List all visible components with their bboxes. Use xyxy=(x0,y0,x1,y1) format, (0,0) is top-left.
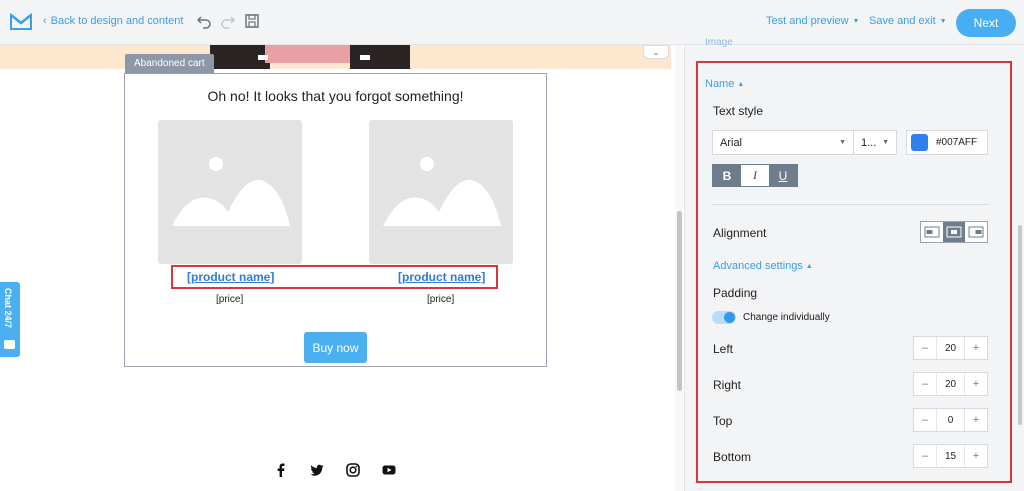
chat-bubble-icon xyxy=(4,340,15,349)
abandoned-cart-block[interactable]: Oh no! It looks that you forgot somethin… xyxy=(124,73,547,367)
settings-highlight xyxy=(696,61,1012,483)
chevron-down-icon: ⌄ xyxy=(652,47,660,57)
save-and-exit-menu[interactable]: Save and exit ▼ xyxy=(869,15,947,27)
facebook-icon[interactable] xyxy=(274,463,288,477)
next-button[interactable]: Next xyxy=(956,9,1016,37)
caret-down-icon: ▼ xyxy=(852,17,860,25)
top-toolbar: ‹ Back to design and content Test and pr… xyxy=(0,0,1024,45)
back-to-design-link[interactable]: ‹ Back to design and content xyxy=(43,15,183,27)
product-image-placeholder[interactable] xyxy=(369,120,513,264)
chevron-left-icon: ‹ xyxy=(43,15,47,27)
block-tag[interactable]: Abandoned cart xyxy=(125,54,214,73)
save-exit-label: Save and exit xyxy=(869,15,936,27)
youtube-icon[interactable] xyxy=(382,463,396,477)
save-icon[interactable] xyxy=(244,13,260,29)
caret-down-icon: ▼ xyxy=(939,17,947,25)
chat-support-tab[interactable]: Chat 24/7 xyxy=(0,282,20,357)
panel-scrollbar[interactable] xyxy=(1018,225,1022,425)
envelope-logo-icon[interactable] xyxy=(10,13,32,31)
product-image-placeholder[interactable] xyxy=(158,120,302,264)
image-section-label[interactable]: Image xyxy=(705,37,733,48)
canvas-scrollbar-thumb[interactable] xyxy=(677,211,682,391)
email-title[interactable]: Oh no! It looks that you forgot somethin… xyxy=(125,88,546,104)
product-name-highlight xyxy=(171,265,498,289)
redo-icon[interactable] xyxy=(220,13,236,29)
undo-icon[interactable] xyxy=(196,13,212,29)
test-preview-label: Test and preview xyxy=(766,15,849,27)
product-price[interactable]: [price] xyxy=(427,294,454,305)
product-price[interactable]: [price] xyxy=(216,294,243,305)
header-illustration xyxy=(210,45,410,69)
twitter-icon[interactable] xyxy=(310,463,324,477)
collapse-header-button[interactable]: ⌄ xyxy=(643,45,669,59)
chat-label: Chat 24/7 xyxy=(3,288,13,329)
back-link-label: Back to design and content xyxy=(50,15,184,27)
instagram-icon[interactable] xyxy=(346,463,360,477)
image-placeholder-icon xyxy=(172,157,290,226)
email-header-image[interactable] xyxy=(0,45,671,69)
test-and-preview-menu[interactable]: Test and preview ▼ xyxy=(766,15,859,27)
buy-now-button[interactable]: Buy now xyxy=(304,332,367,363)
image-placeholder-icon xyxy=(383,157,501,226)
